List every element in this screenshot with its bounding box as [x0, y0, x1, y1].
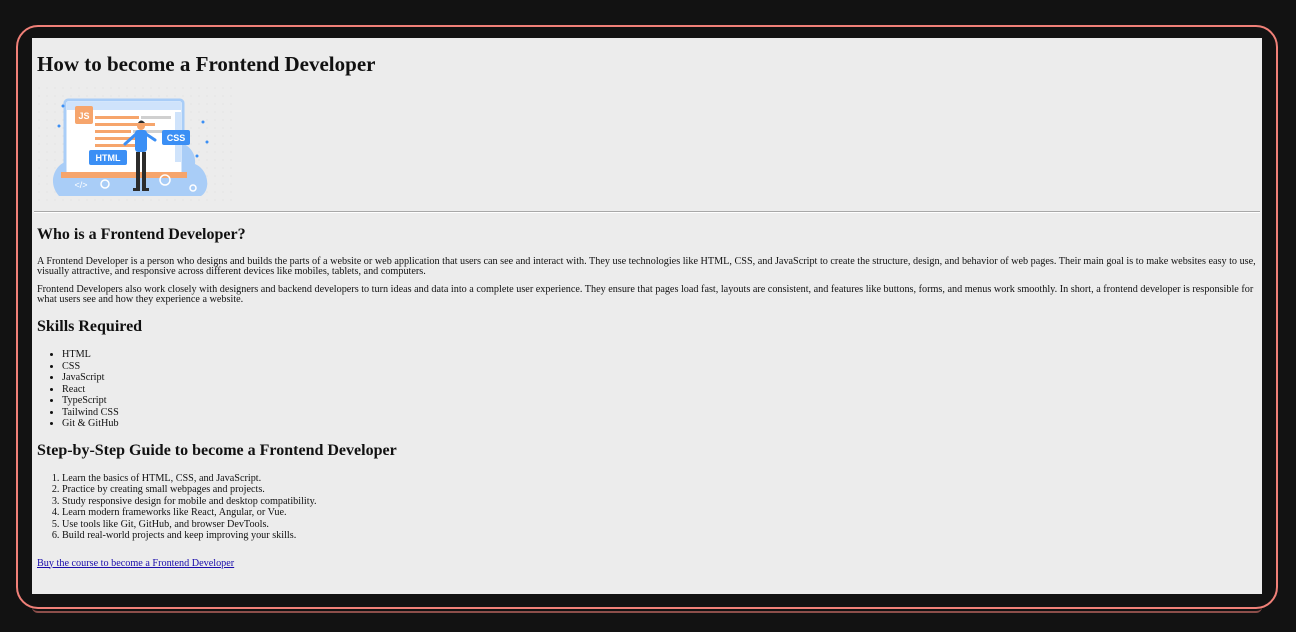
- list-item: Learn the basics of HTML, CSS, and JavaS…: [62, 473, 1257, 485]
- who-paragraph-1: A Frontend Developer is a person who des…: [37, 256, 1256, 277]
- guide-steps-list: Learn the basics of HTML, CSS, and JavaS…: [37, 473, 1257, 542]
- list-item: Practice by creating small webpages and …: [62, 484, 1257, 496]
- html-badge-label: HTML: [96, 153, 121, 163]
- page-content: How to become a Frontend Developer JS CS…: [32, 38, 1262, 594]
- skills-list: HTML CSS JavaScript React TypeScript Tai…: [37, 349, 1257, 430]
- list-item: JavaScript: [62, 372, 1257, 384]
- css-badge-label: CSS: [167, 133, 186, 143]
- section-divider: [34, 211, 1260, 213]
- list-item: Study responsive design for mobile and d…: [62, 496, 1257, 508]
- list-item: Use tools like Git, GitHub, and browser …: [62, 519, 1257, 531]
- list-item: Tailwind CSS: [62, 407, 1257, 419]
- page-title: How to become a Frontend Developer: [37, 52, 376, 76]
- list-item: Build real-world projects and keep impro…: [62, 530, 1257, 542]
- list-item: React: [62, 384, 1257, 396]
- js-badge-label: JS: [78, 111, 89, 121]
- buy-course-link[interactable]: Buy the course to become a Frontend Deve…: [37, 558, 234, 569]
- list-item: TypeScript: [62, 395, 1257, 407]
- list-item: Learn modern frameworks like React, Angu…: [62, 507, 1257, 519]
- list-item: HTML: [62, 349, 1257, 361]
- list-item: CSS: [62, 361, 1257, 373]
- frontend-developer-illustration: JS CSS HTML </>: [37, 86, 233, 204]
- who-heading: Who is a Frontend Developer?: [37, 226, 246, 243]
- who-paragraph-2: Frontend Developers also work closely wi…: [37, 284, 1254, 305]
- guide-heading: Step-by-Step Guide to become a Frontend …: [37, 441, 397, 459]
- code-symbol-label: </>: [74, 180, 87, 190]
- list-item: Git & GitHub: [62, 418, 1257, 430]
- skills-heading: Skills Required: [37, 318, 143, 335]
